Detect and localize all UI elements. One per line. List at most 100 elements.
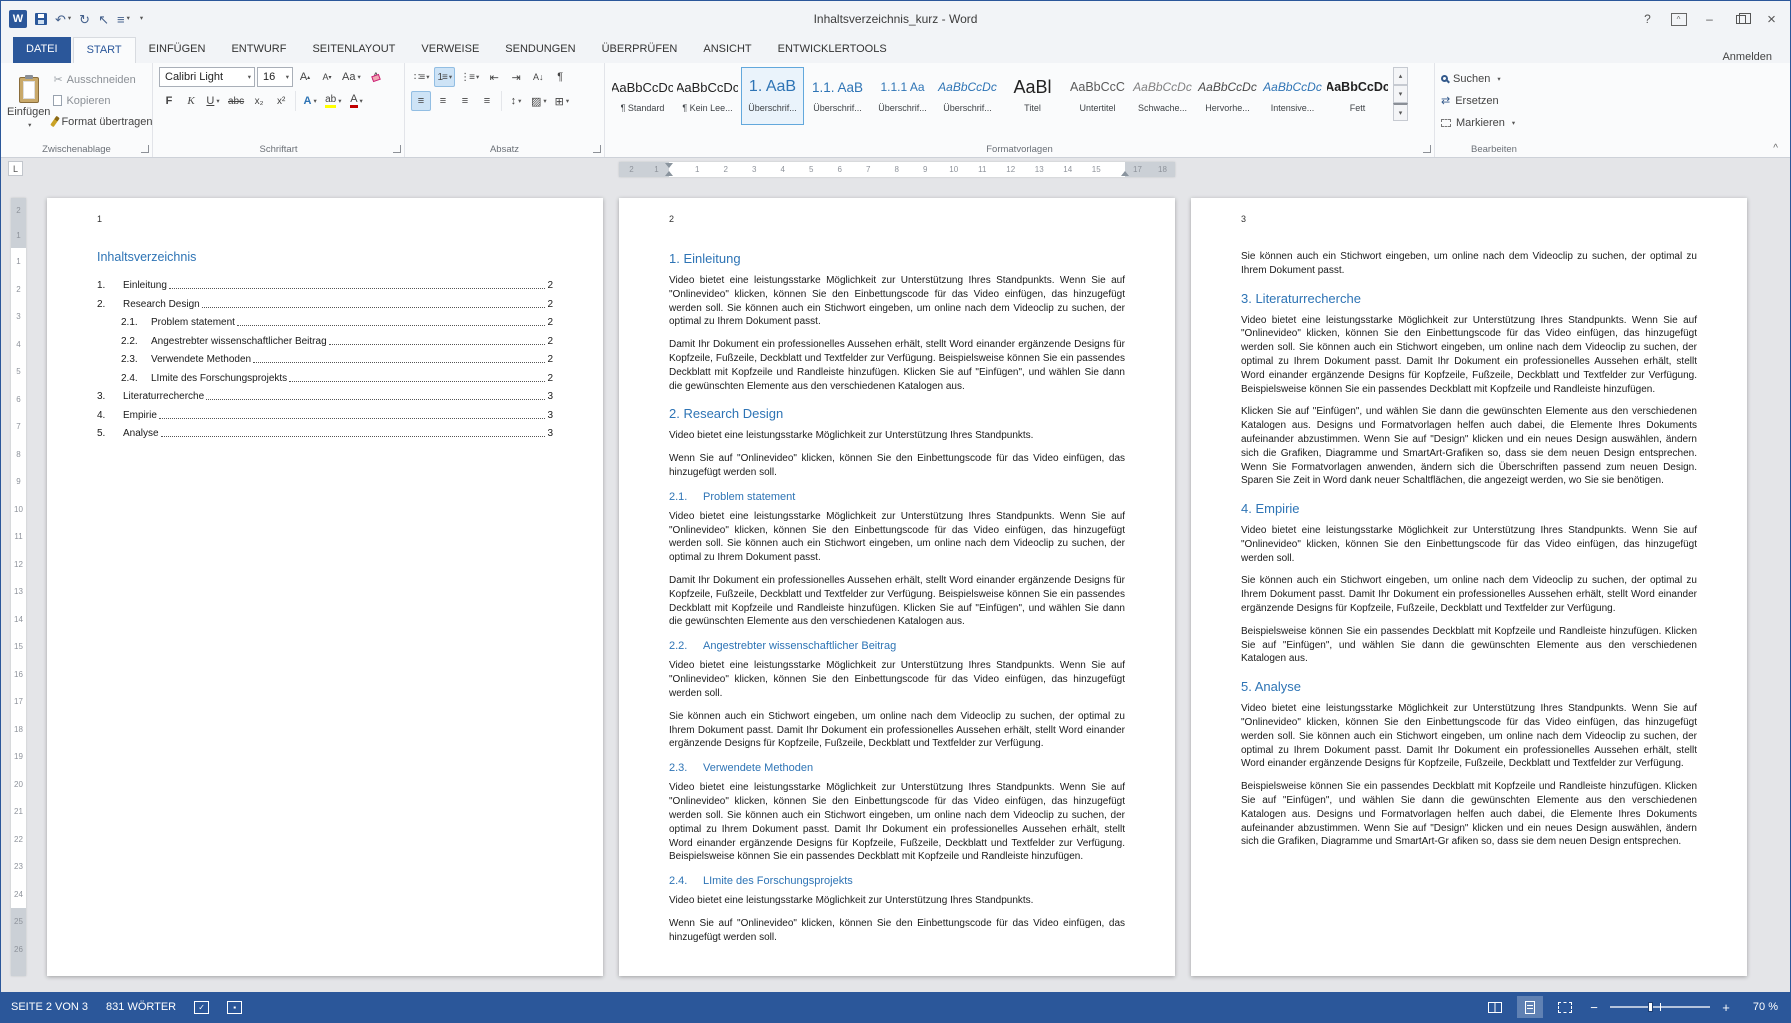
style-item[interactable]: AaBbCcDc Intensive... — [1261, 67, 1324, 125]
font-family-select[interactable]: Calibri Light▾ — [159, 67, 255, 87]
ribbon-tab[interactable]: ENTWICKLERTOOLS — [765, 37, 900, 63]
doc-block[interactable]: Video bietet eine leistungsstarke Möglic… — [669, 429, 1125, 443]
doc-block[interactable]: Video bietet eine leistungsstarke Möglic… — [669, 894, 1125, 908]
zoom-out-button[interactable]: − — [1587, 1001, 1601, 1014]
toc-entry[interactable]: 4. Empirie 3 — [97, 410, 553, 421]
style-item[interactable]: 1.1.1 Aa Überschrif... — [871, 67, 934, 125]
doc-block[interactable]: 2.3.Verwendete Methoden — [669, 761, 1125, 776]
doc-block[interactable]: Video bietet eine leistungsstarke Möglic… — [669, 659, 1125, 700]
word-count[interactable]: 831 WÖRTER — [106, 1001, 176, 1013]
ribbon-tab[interactable]: VERWEISE — [408, 37, 492, 63]
toc-entry[interactable]: 2.3. Verwendete Methoden 2 — [97, 354, 553, 365]
change-case-button[interactable]: Aa▾ — [339, 67, 364, 87]
doc-block[interactable]: Wenn Sie auf "Onlinevideo" klicken, könn… — [669, 452, 1125, 480]
doc-block[interactable]: 3. Literaturrecherche — [1241, 290, 1697, 308]
paragraph-dialog-launcher-icon[interactable] — [593, 145, 601, 153]
zoom-slider[interactable] — [1610, 1006, 1710, 1008]
doc-block[interactable]: Beispielsweise können Sie ein passendes … — [1241, 625, 1697, 666]
read-mode-button[interactable] — [1482, 996, 1508, 1018]
doc-block[interactable]: Wenn Sie auf "Onlinevideo" klicken, könn… — [669, 917, 1125, 945]
ribbon-tab[interactable]: ANSICHT — [690, 37, 764, 63]
show-paragraph-marks-button[interactable]: ¶ — [550, 67, 570, 87]
style-item[interactable]: AaBbCcDc Schwache... — [1131, 67, 1194, 125]
multilevel-list-button[interactable]: ⋮≡▾ — [457, 67, 482, 87]
right-indent-marker[interactable] — [1121, 171, 1129, 176]
styles-dialog-launcher-icon[interactable] — [1423, 145, 1431, 153]
first-line-indent-marker[interactable] — [665, 163, 673, 168]
macro-record-button[interactable]: ▪ — [227, 1001, 242, 1014]
doc-block[interactable]: Damit Ihr Dokument ein professionelles A… — [669, 574, 1125, 629]
shading-button[interactable]: ▨▾ — [528, 91, 550, 111]
ribbon-tab[interactable]: ÜBERPRÜFEN — [589, 37, 691, 63]
toc-entry[interactable]: 5. Analyse 3 — [97, 428, 553, 439]
bold-button[interactable]: F — [159, 91, 179, 111]
superscript-button[interactable]: x² — [271, 91, 291, 111]
decrease-indent-button[interactable]: ⇤ — [484, 67, 504, 87]
ribbon-tab[interactable]: SEITENLAYOUT — [299, 37, 408, 63]
style-item[interactable]: AaBbCcDc ¶ Standard — [611, 67, 674, 125]
ribbon-tab[interactable]: SENDUNGEN — [492, 37, 588, 63]
restore-button[interactable] — [1726, 6, 1755, 33]
find-button[interactable]: Suchen▾ — [1441, 69, 1547, 88]
touch-mode-button[interactable]: ↖ — [98, 13, 109, 26]
zoom-in-button[interactable]: + — [1719, 1001, 1733, 1014]
borders-button[interactable]: ⊞▾ — [552, 91, 572, 111]
style-item[interactable]: AaBbCcC Untertitel — [1066, 67, 1129, 125]
style-item[interactable]: AaBbCcDc Fett — [1326, 67, 1389, 125]
ribbon-tab[interactable]: START — [73, 37, 136, 63]
bullet-list-button[interactable]: ∷≡▾ — [411, 67, 432, 87]
style-item[interactable]: AaBbCcDc Überschrif... — [936, 67, 999, 125]
doc-block[interactable]: Video bietet eine leistungsstarke Möglic… — [669, 510, 1125, 565]
font-color-button[interactable]: A▾ — [347, 91, 367, 111]
doc-block[interactable]: Video bietet eine leistungsstarke Möglic… — [1241, 524, 1697, 565]
gallery-more-button[interactable]: ▾ — [1393, 103, 1408, 121]
select-button[interactable]: Markieren▾ — [1441, 113, 1547, 132]
text-effects-button[interactable]: A▾ — [300, 91, 320, 111]
doc-block[interactable]: 2.2.Angestrebter wissenschaftlicher Beit… — [669, 639, 1125, 654]
toc-title[interactable]: Inhaltsverzeichnis — [97, 250, 553, 264]
custom-list-button[interactable]: ≡▾ — [117, 13, 130, 26]
proofing-status-button[interactable]: ✓ — [194, 1001, 209, 1014]
toc-entry[interactable]: 2. Research Design 2 — [97, 299, 553, 310]
align-right-button[interactable]: ≡ — [455, 91, 475, 111]
toc-entry[interactable]: 2.1. Problem statement 2 — [97, 317, 553, 328]
doc-block[interactable]: 1. Einleitung — [669, 250, 1125, 268]
clipboard-dialog-launcher-icon[interactable] — [141, 145, 149, 153]
sort-button[interactable]: A↓ — [528, 67, 548, 87]
redo-button[interactable]: ↻ — [79, 13, 90, 26]
toc-entry[interactable]: 2.4. LImite des Forschungsprojekts 2 — [97, 373, 553, 384]
doc-block[interactable]: Video bietet eine leistungsstarke Möglic… — [1241, 314, 1697, 397]
doc-block[interactable]: Beispielsweise können Sie ein passendes … — [1241, 780, 1697, 849]
undo-button[interactable]: ↶▾ — [55, 13, 71, 26]
hanging-indent-marker[interactable] — [665, 171, 673, 176]
gallery-up-button[interactable]: ▴ — [1393, 67, 1408, 85]
close-button[interactable]: × — [1757, 6, 1786, 33]
format-painter-button[interactable]: Format übertragen — [50, 111, 155, 132]
doc-block[interactable]: Damit Ihr Dokument ein professionelles A… — [669, 338, 1125, 393]
justify-button[interactable]: ≡ — [477, 91, 497, 111]
cut-button[interactable]: ✂Ausschneiden — [50, 69, 155, 90]
style-item[interactable]: 1. AaB Überschrif... — [741, 67, 804, 125]
numbered-list-button[interactable]: 1≡▾ — [434, 67, 455, 87]
doc-block[interactable]: 2. Research Design — [669, 405, 1125, 423]
style-item[interactable]: AaBl Titel — [1001, 67, 1064, 125]
doc-block[interactable]: 4. Empirie — [1241, 500, 1697, 518]
doc-block[interactable]: 2.4.LImite des Forschungsprojekts — [669, 874, 1125, 889]
ribbon-tab[interactable]: EINFÜGEN — [136, 37, 219, 63]
copy-button[interactable]: Kopieren — [50, 90, 155, 111]
clear-formatting-button[interactable]: A — [366, 67, 386, 87]
tab-stop-selector[interactable]: L — [8, 161, 23, 176]
highlight-button[interactable]: ab▾ — [322, 91, 344, 111]
increase-indent-button[interactable]: ⇥ — [506, 67, 526, 87]
ribbon-tab[interactable]: DATEI — [13, 37, 71, 63]
doc-block[interactable]: Video bietet eine leistungsstarke Möglic… — [1241, 702, 1697, 771]
subscript-button[interactable]: x₂ — [249, 91, 269, 111]
line-spacing-button[interactable]: ↕▾ — [506, 91, 526, 111]
align-center-button[interactable]: ≡ — [433, 91, 453, 111]
align-left-button[interactable]: ≡ — [411, 91, 431, 111]
doc-block[interactable]: Video bietet eine leistungsstarke Möglic… — [669, 274, 1125, 329]
doc-block[interactable]: Video bietet eine leistungsstarke Möglic… — [669, 781, 1125, 864]
save-button[interactable] — [35, 13, 47, 25]
sign-in-link[interactable]: Anmelden — [1722, 51, 1790, 63]
minimize-button[interactable]: – — [1695, 6, 1724, 33]
